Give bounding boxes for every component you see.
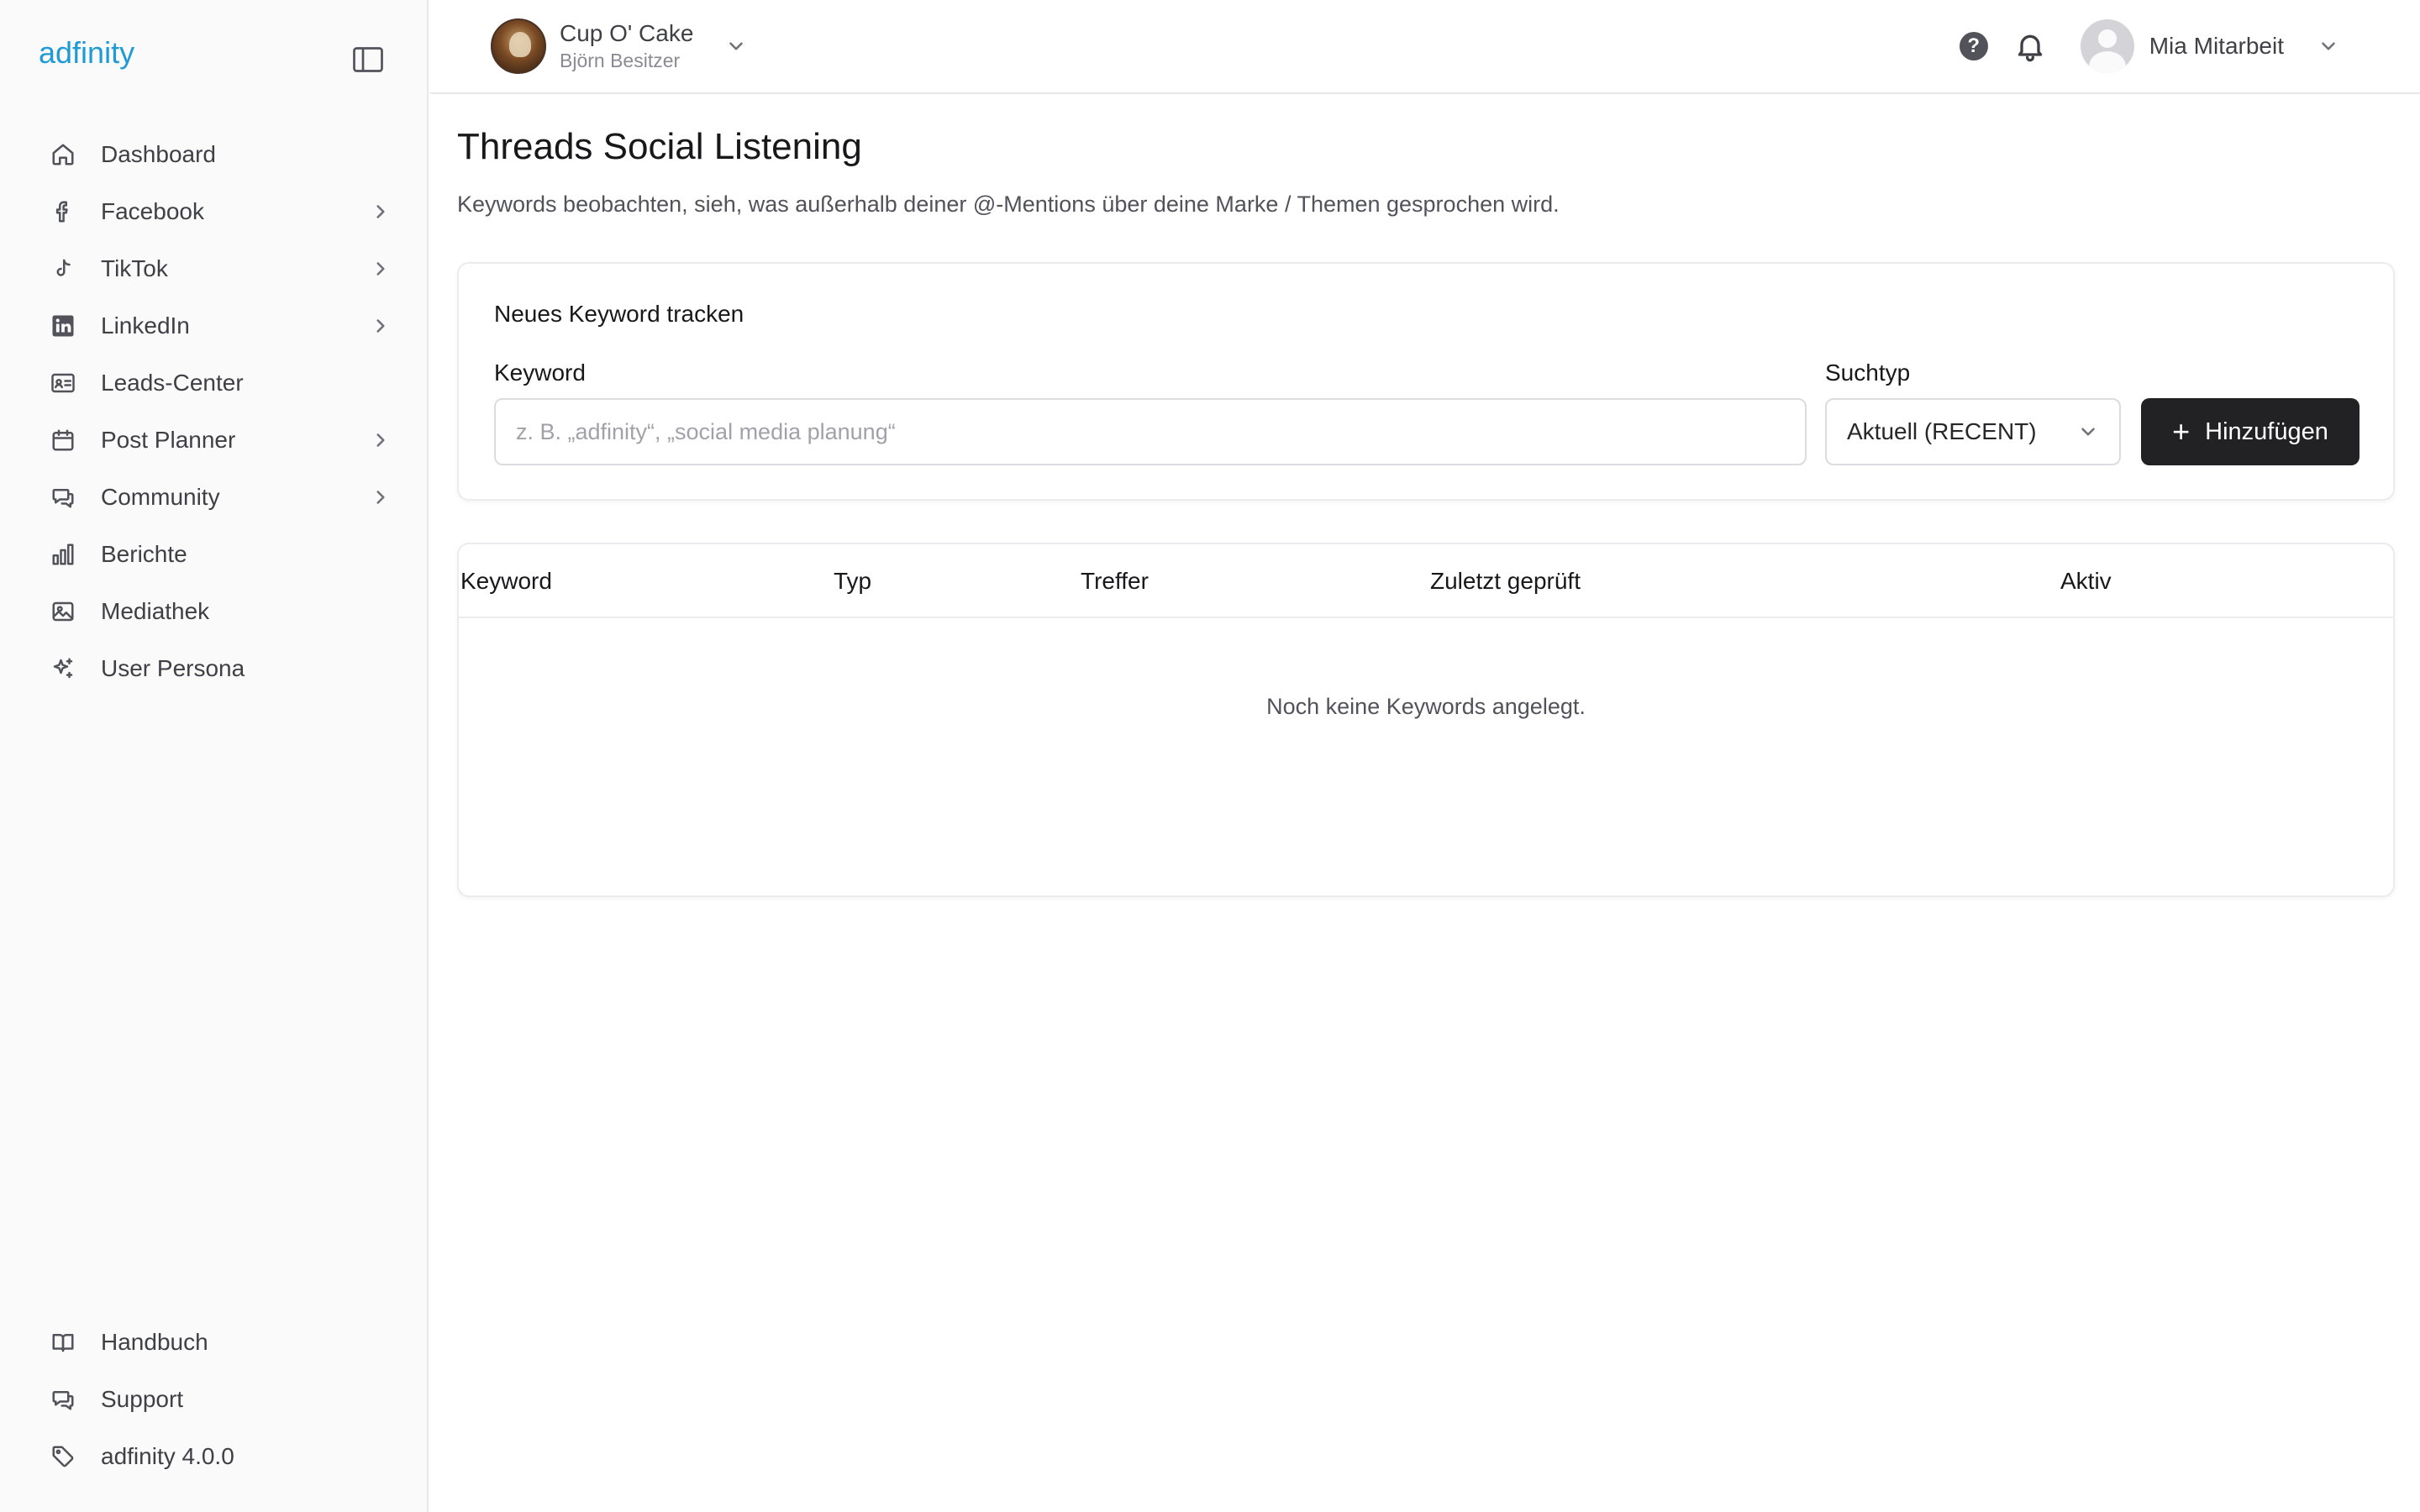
sidebar-item-label: Community (101, 484, 220, 510)
sidebar-item-user-persona[interactable]: User Persona (44, 640, 397, 697)
account-role: Björn Besitzer (560, 50, 681, 71)
page-title: Threads Social Listening (457, 126, 862, 167)
column-header-hits[interactable]: Treffer (1081, 568, 1149, 595)
account-avatar (491, 18, 546, 74)
sidebar-item-post-planner[interactable]: Post Planner (44, 412, 397, 469)
sidebar: adfinity Dashboard Facebook TikTok Linke… (0, 0, 429, 1512)
sidebar-item-mediathek[interactable]: Mediathek (44, 583, 397, 640)
chevron-right-icon (370, 486, 392, 508)
user-avatar[interactable] (2080, 19, 2134, 73)
sidebar-item-leads-center[interactable]: Leads-Center (44, 354, 397, 412)
contact-card-icon (49, 369, 77, 397)
sparkles-icon (49, 654, 77, 683)
chevron-right-icon (370, 429, 392, 451)
add-button-label: Hinzufügen (2205, 417, 2328, 445)
account-name: Cup O' Cake (560, 20, 694, 46)
sidebar-item-tiktok[interactable]: TikTok (44, 240, 397, 297)
add-keyword-button[interactable]: + Hinzufügen (2141, 398, 2360, 465)
column-header-keyword[interactable]: Keyword (460, 568, 552, 595)
page-subtitle: Keywords beobachten, sieh, was außerhalb… (457, 192, 1560, 217)
chevron-right-icon (370, 201, 392, 223)
header-actions: ? Mia Mitarbeit (1959, 18, 2339, 74)
top-header: Cup O' Cake Björn Besitzer ? Mia Mitarbe… (430, 0, 2420, 94)
search-type-select[interactable]: Aktuell (RECENT) (1825, 398, 2121, 465)
home-icon (49, 140, 77, 169)
sidebar-item-label: Berichte (101, 541, 187, 567)
linkedin-icon (49, 312, 77, 340)
sidebar-item-dashboard[interactable]: Dashboard (44, 126, 397, 183)
table-header: Keyword Typ Treffer Zuletzt geprüft Akti… (459, 544, 2393, 618)
keywords-table: Keyword Typ Treffer Zuletzt geprüft Akti… (457, 543, 2395, 897)
sidebar-item-label: Dashboard (101, 141, 216, 167)
sidebar-item-version[interactable]: adfinity 4.0.0 (44, 1428, 397, 1485)
sidebar-item-label: adfinity 4.0.0 (101, 1443, 234, 1469)
keyword-input[interactable] (494, 398, 1807, 465)
account-info: Cup O' Cake Björn Besitzer (560, 19, 693, 73)
help-icon[interactable]: ? (1959, 32, 1988, 60)
facebook-icon (49, 197, 77, 226)
sidebar-bottom-nav: Handbuch Support adfinity 4.0.0 (44, 1314, 397, 1485)
image-icon (49, 597, 77, 626)
chat-icon (49, 1385, 77, 1414)
sidebar-item-community[interactable]: Community (44, 469, 397, 526)
column-header-last-checked[interactable]: Zuletzt geprüft (1430, 568, 1581, 595)
sidebar-item-label: Handbuch (101, 1329, 208, 1355)
sidebar-item-label: User Persona (101, 655, 245, 681)
bell-icon[interactable] (2013, 29, 2047, 63)
search-type-value: Aktuell (RECENT) (1847, 418, 2037, 444)
logo-text: adfinity (39, 35, 134, 70)
tag-icon (49, 1442, 77, 1471)
tiktok-icon (49, 255, 77, 283)
chevron-right-icon (370, 315, 392, 337)
sidebar-item-label: Post Planner (101, 427, 236, 453)
sidebar-item-label: Facebook (101, 198, 204, 224)
sidebar-item-label: Support (101, 1386, 184, 1412)
bar-chart-icon (49, 540, 77, 569)
sidebar-item-facebook[interactable]: Facebook (44, 183, 397, 240)
sidebar-item-support[interactable]: Support (44, 1371, 397, 1428)
plus-icon: + (2172, 414, 2191, 449)
keyword-label: Keyword (494, 360, 586, 386)
chevron-down-icon (725, 35, 747, 57)
sidebar-item-label: Leads-Center (101, 370, 244, 396)
search-type-label: Suchtyp (1825, 360, 1911, 386)
sidebar-item-label: Mediathek (101, 598, 210, 624)
sidebar-item-linkedin[interactable]: LinkedIn (44, 297, 397, 354)
calendar-icon (49, 426, 77, 454)
empty-state-message: Noch keine Keywords angelegt. (1266, 694, 1586, 719)
sidebar-item-label: LinkedIn (101, 312, 190, 339)
new-keyword-card: Neues Keyword tracken Keyword Suchtyp Ak… (457, 262, 2395, 501)
sidebar-item-label: TikTok (101, 255, 168, 281)
book-icon (49, 1328, 77, 1357)
adfinity-logo[interactable]: adfinity (39, 30, 148, 81)
chat-icon (49, 483, 77, 512)
chevron-right-icon (370, 258, 392, 280)
account-switcher[interactable]: Cup O' Cake Björn Besitzer (491, 18, 747, 74)
sidebar-nav: Dashboard Facebook TikTok LinkedIn Leads… (44, 126, 397, 697)
sidebar-toggle-icon[interactable] (353, 47, 383, 72)
chevron-down-icon[interactable] (2317, 35, 2339, 57)
sidebar-item-handbuch[interactable]: Handbuch (44, 1314, 397, 1371)
column-header-active[interactable]: Aktiv (2060, 568, 2112, 595)
chevron-down-icon (2077, 421, 2099, 443)
form-title: Neues Keyword tracken (494, 301, 744, 327)
user-name[interactable]: Mia Mitarbeit (2149, 33, 2284, 60)
column-header-type[interactable]: Typ (834, 568, 871, 595)
sidebar-item-berichte[interactable]: Berichte (44, 526, 397, 583)
